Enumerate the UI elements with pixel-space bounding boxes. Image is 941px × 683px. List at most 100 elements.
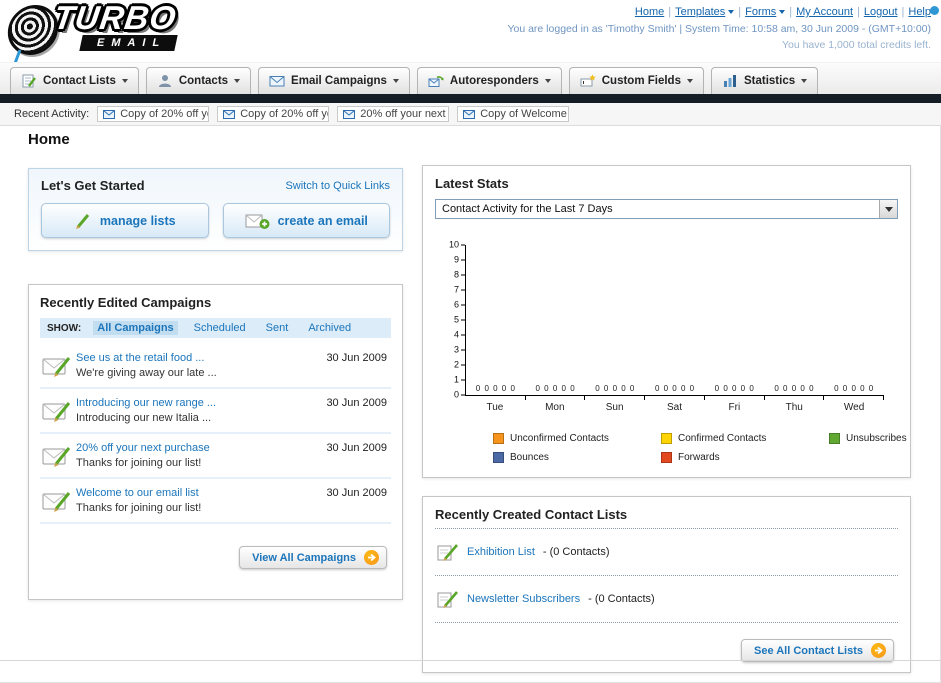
nav-separator [668, 6, 671, 18]
view-all-campaigns-label: View All Campaigns [252, 551, 356, 564]
footer-divider [0, 660, 941, 661]
filter-sent[interactable]: Sent [262, 321, 293, 335]
nav-separator [789, 6, 792, 18]
see-all-contact-lists-button[interactable]: See All Contact Lists [740, 639, 894, 662]
campaign-list: See us at the retail food ... We're givi… [40, 344, 391, 524]
campaign-list-item: Introducing our new range ... Introducin… [40, 389, 391, 434]
recent-activity-item-label: 20% off your next [360, 108, 446, 120]
main-nav-bar: Contact Lists Contacts Email Campaigns A… [0, 62, 941, 94]
switch-quick-links-link[interactable]: Switch to Quick Links [285, 180, 390, 192]
chart-main: 0 0 0 0 0 0 0 0 0 0 0 0 0 0 0 0 0 0 0 0 0 0 … [465, 245, 884, 413]
recent-activity-item-label: Copy of 20% off yo [240, 108, 330, 120]
campaign-title-link[interactable]: Welcome to our email list [76, 487, 318, 499]
dropdown-arrow-icon [879, 200, 897, 218]
tab-autoresponders[interactable]: Autoresponders [416, 67, 562, 94]
recent-activity-item[interactable]: Copy of Welcome to [457, 106, 570, 122]
nav-separator [857, 6, 860, 18]
tab-custom-fields[interactable]: Custom Fields [568, 67, 704, 94]
chart-legend: Unconfirmed Contacts Confirmed Contacts Un… [493, 433, 907, 463]
campaign-edit-icon [42, 489, 76, 513]
nav-link-my-account[interactable]: My Account [796, 6, 853, 18]
campaign-subtitle: Thanks for joining our list! [76, 502, 202, 514]
recent-activity-item[interactable]: Copy of 20% off yo [217, 106, 330, 122]
create-email-button[interactable]: create an email [222, 203, 390, 238]
recent-activity-item[interactable]: 20% off your next [337, 106, 450, 122]
chevron-down-icon [392, 79, 399, 83]
campaign-title-link[interactable]: Introducing our new range ... [76, 397, 318, 409]
nav-link-help[interactable]: Help [908, 6, 931, 18]
campaign-title-link[interactable]: See us at the retail food ... [76, 352, 318, 364]
chart-x-tick-label: Mon [545, 402, 565, 413]
pencil-icon [74, 212, 92, 230]
legend-item: Unsubscribes [829, 433, 907, 444]
legend-label: Bounces [510, 452, 549, 463]
show-label: SHOW: [47, 322, 82, 334]
contact-lists-icon [21, 73, 37, 89]
filter-archived[interactable]: Archived [304, 321, 355, 335]
chart-value-labels: 0 0 0 0 0 [475, 384, 516, 393]
campaign-subtitle: We're giving away our late ... [76, 367, 217, 379]
legend-swatch [493, 452, 504, 463]
campaign-date: 30 Jun 2009 [326, 397, 387, 409]
stats-period-select[interactable]: Contact Activity for the Last 7 Days [435, 199, 898, 219]
chart-group: 0 0 0 0 0 [645, 245, 705, 400]
filter-scheduled[interactable]: Scheduled [190, 321, 250, 335]
nav-link-logout[interactable]: Logout [864, 6, 898, 18]
tab-statistics[interactable]: Statistics [710, 67, 819, 94]
tab-label: Email Campaigns [291, 75, 387, 87]
nav-link-forms[interactable]: Forms [745, 6, 786, 18]
campaign-date: 30 Jun 2009 [326, 442, 387, 454]
tab-contacts[interactable]: Contacts [145, 67, 252, 94]
recent-activity-bar: Recent Activity: Copy of 20% off yo Copy… [0, 103, 941, 126]
right-column: Latest Stats Contact Activity for the La… [422, 162, 911, 673]
manage-lists-button[interactable]: manage lists [41, 203, 209, 238]
header-right: Home Templates Forms My Account Logout Help Y… [507, 5, 939, 52]
chart-x-tick-label: Sat [667, 402, 683, 413]
dotted-divider [435, 575, 898, 576]
recent-campaigns-panel: Recently Edited Campaigns SHOW: All Camp… [28, 284, 403, 600]
latest-stats-title: Latest Stats [435, 176, 509, 191]
legend-swatch [661, 452, 672, 463]
chevron-down-icon [121, 79, 128, 83]
contact-list-link[interactable]: Exhibition List [467, 546, 535, 558]
view-all-campaigns-button[interactable]: View All Campaigns [239, 546, 387, 569]
manage-lists-label: manage lists [99, 213, 176, 228]
recent-contact-lists-title: Recently Created Contact Lists [435, 507, 628, 522]
filter-all-campaigns[interactable]: All Campaigns [93, 321, 178, 335]
tab-email-campaigns[interactable]: Email Campaigns [258, 67, 410, 94]
campaign-title-link[interactable]: 20% off your next purchase [76, 442, 318, 454]
arrow-right-icon [364, 550, 379, 565]
tab-label: Contact Lists [43, 75, 116, 87]
session-info: You are logged in as 'Timothy Smith' | S… [507, 23, 931, 35]
chart-group: 0 0 0 0 0 [526, 245, 586, 400]
tab-label: Autoresponders [449, 75, 539, 87]
nav-link-templates[interactable]: Templates [675, 6, 735, 18]
chart-x-tick-label: Thu [785, 402, 803, 413]
list-edit-icon [437, 589, 459, 609]
legend-swatch [493, 433, 504, 444]
chart-group: 0 0 0 0 0 [585, 245, 645, 400]
contact-list-link[interactable]: Newsletter Subscribers [467, 593, 580, 605]
nav-separator [738, 6, 741, 18]
recent-contact-lists-panel: Recently Created Contact Lists Exhibitio… [422, 496, 911, 673]
chart-x-axis-labels: Tue Mon Sun Sat Fri Thu Wed [465, 402, 884, 413]
tab-contact-lists[interactable]: Contact Lists [10, 67, 139, 94]
chart-y-axis: 10 9 8 7 6 5 4 3 2 1 0 [443, 240, 465, 399]
chart-value-labels: 0 0 0 0 0 [774, 384, 815, 393]
envelope-plus-icon [245, 212, 270, 230]
tab-label: Statistics [743, 75, 796, 87]
chart-value-labels: 0 0 0 0 0 [535, 384, 576, 393]
page-title: Home [28, 131, 70, 148]
chart-value-labels: 0 0 0 0 0 [714, 384, 755, 393]
recent-activity-item[interactable]: Copy of 20% off yo [97, 106, 210, 122]
create-email-label: create an email [277, 213, 368, 228]
legend-label: Confirmed Contacts [678, 433, 767, 444]
nav-separator [902, 6, 905, 18]
nav-link-home[interactable]: Home [635, 6, 664, 18]
get-started-title: Let's Get Started [41, 178, 145, 193]
chart-x-tick-label: Wed [843, 402, 865, 413]
legend-label: Unsubscribes [846, 433, 907, 444]
chevron-down-icon [686, 79, 693, 83]
app-logo: TURBO EMAIL [5, 0, 179, 55]
contact-list-item: Newsletter Subscribers - (0 Contacts) [435, 582, 898, 616]
